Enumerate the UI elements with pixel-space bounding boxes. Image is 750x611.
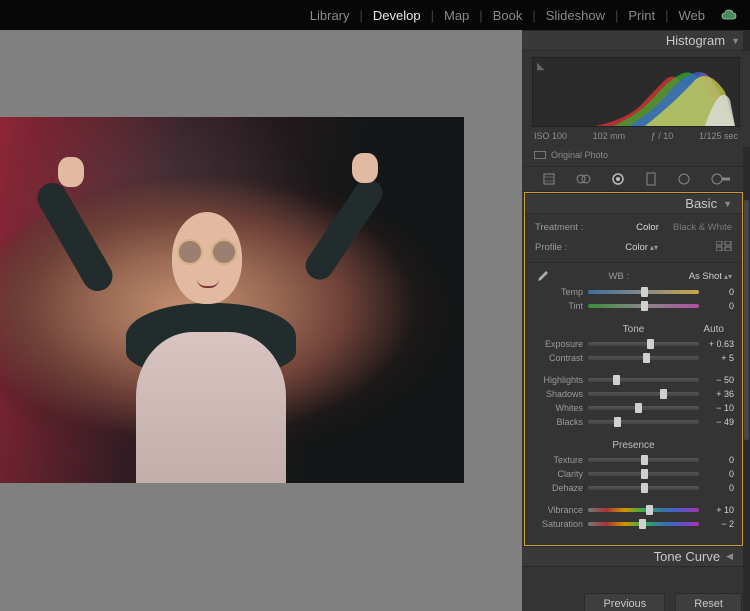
exposure-slider[interactable] bbox=[588, 342, 699, 346]
highlights-label: Highlights bbox=[533, 375, 583, 385]
preview-photo bbox=[0, 117, 464, 483]
tone-curve-header[interactable]: Tone Curve ◀ bbox=[522, 546, 743, 567]
histogram-header[interactable]: Histogram ▼ bbox=[522, 30, 750, 51]
vibrance-label: Vibrance bbox=[533, 505, 583, 515]
profile-label: Profile : bbox=[535, 242, 567, 253]
dehaze-label: Dehaze bbox=[533, 483, 583, 493]
profile-browser-icon[interactable] bbox=[716, 241, 732, 254]
blacks-label: Blacks bbox=[533, 417, 583, 427]
crop-tool-icon[interactable] bbox=[541, 171, 557, 187]
module-print[interactable]: Print bbox=[619, 8, 664, 23]
tool-strip bbox=[522, 166, 750, 192]
radial-filter-tool-icon[interactable] bbox=[676, 171, 692, 187]
module-slideshow[interactable]: Slideshow bbox=[537, 8, 614, 23]
contrast-slider[interactable] bbox=[588, 356, 699, 360]
saturation-value[interactable]: − 2 bbox=[704, 519, 734, 529]
temp-slider[interactable] bbox=[588, 290, 699, 294]
collapse-icon: ▼ bbox=[723, 199, 732, 209]
histogram-panel: ◣ ISO 100 102 mm ƒ / 10 1/125 sec bbox=[522, 51, 750, 147]
histogram-curves bbox=[585, 62, 735, 126]
presence-subhead: Presence bbox=[612, 440, 654, 451]
spot-removal-tool-icon[interactable] bbox=[575, 171, 591, 187]
exif-focal: 102 mm bbox=[593, 131, 626, 141]
wb-eyedropper-icon[interactable] bbox=[535, 269, 549, 283]
original-photo-row[interactable]: Original Photo bbox=[522, 147, 750, 166]
wb-select[interactable]: As Shot▴▾ bbox=[689, 271, 732, 282]
texture-value[interactable]: 0 bbox=[704, 455, 734, 465]
cloud-sync-icon[interactable] bbox=[720, 8, 738, 22]
exposure-value[interactable]: + 0.63 bbox=[704, 339, 734, 349]
module-book[interactable]: Book bbox=[484, 8, 532, 23]
profile-select[interactable]: Color▴▾ bbox=[625, 242, 658, 253]
collapse-icon: ▼ bbox=[731, 36, 740, 46]
dehaze-value[interactable]: 0 bbox=[704, 483, 734, 493]
histogram-graph[interactable]: ◣ bbox=[532, 57, 740, 127]
right-panel: Histogram ▼ ◣ ISO 100 102 mm ƒ / 10 1/12… bbox=[522, 30, 750, 611]
highlights-slider[interactable] bbox=[588, 378, 699, 382]
module-library[interactable]: Library bbox=[301, 8, 359, 23]
original-photo-icon bbox=[534, 151, 546, 159]
clipping-indicator-shadows-icon[interactable]: ◣ bbox=[537, 61, 545, 72]
tint-label: Tint bbox=[533, 301, 583, 311]
temp-label: Temp bbox=[533, 287, 583, 297]
reset-button[interactable]: Reset bbox=[675, 593, 742, 611]
basic-header[interactable]: Basic ▼ bbox=[525, 193, 742, 214]
module-map[interactable]: Map bbox=[435, 8, 478, 23]
redeye-tool-icon[interactable] bbox=[610, 171, 626, 187]
module-web[interactable]: Web bbox=[670, 8, 715, 23]
module-develop[interactable]: Develop bbox=[364, 8, 430, 23]
saturation-slider[interactable] bbox=[588, 522, 699, 526]
graduated-filter-tool-icon[interactable] bbox=[644, 171, 658, 187]
whites-label: Whites bbox=[533, 403, 583, 413]
texture-slider[interactable] bbox=[588, 458, 699, 462]
previous-button[interactable]: Previous bbox=[584, 593, 665, 611]
tint-slider[interactable] bbox=[588, 304, 699, 308]
exif-iso: ISO 100 bbox=[534, 131, 567, 141]
clarity-slider[interactable] bbox=[588, 472, 699, 476]
blacks-slider[interactable] bbox=[588, 420, 699, 424]
treatment-color[interactable]: Color bbox=[636, 222, 659, 233]
highlights-value[interactable]: − 50 bbox=[704, 375, 734, 385]
clarity-label: Clarity bbox=[533, 469, 583, 479]
wb-label: WB : bbox=[557, 271, 681, 282]
auto-button[interactable]: Auto bbox=[703, 324, 724, 335]
expand-icon: ◀ bbox=[726, 551, 733, 562]
tone-subhead: Tone bbox=[623, 324, 645, 335]
blacks-value[interactable]: − 49 bbox=[704, 417, 734, 427]
contrast-label: Contrast bbox=[533, 353, 583, 363]
contrast-value[interactable]: + 5 bbox=[704, 353, 734, 363]
tone-curve-title: Tone Curve bbox=[654, 549, 720, 564]
exposure-label: Exposure bbox=[533, 339, 583, 349]
shadows-label: Shadows bbox=[533, 389, 583, 399]
basic-panel-highlight: Basic ▼ Treatment : Color Black & White … bbox=[524, 192, 743, 546]
preview-canvas[interactable] bbox=[0, 30, 522, 611]
histogram-title: Histogram bbox=[666, 33, 725, 48]
adjustment-brush-tool-icon[interactable] bbox=[711, 172, 731, 186]
treatment-label: Treatment : bbox=[535, 222, 583, 233]
shadows-slider[interactable] bbox=[588, 392, 699, 396]
dehaze-slider[interactable] bbox=[588, 486, 699, 490]
vibrance-value[interactable]: + 10 bbox=[704, 505, 734, 515]
original-photo-label: Original Photo bbox=[551, 150, 608, 160]
exif-shutter: 1/125 sec bbox=[699, 131, 738, 141]
temp-value[interactable]: 0 bbox=[704, 287, 734, 297]
saturation-label: Saturation bbox=[533, 519, 583, 529]
texture-label: Texture bbox=[533, 455, 583, 465]
bottom-button-bar: Previous Reset bbox=[584, 593, 742, 611]
exif-aperture: ƒ / 10 bbox=[651, 131, 674, 141]
whites-slider[interactable] bbox=[588, 406, 699, 410]
clarity-value[interactable]: 0 bbox=[704, 469, 734, 479]
vibrance-slider[interactable] bbox=[588, 508, 699, 512]
treatment-bw[interactable]: Black & White bbox=[673, 222, 732, 233]
tint-value[interactable]: 0 bbox=[704, 301, 734, 311]
basic-title: Basic bbox=[685, 196, 717, 211]
whites-value[interactable]: − 10 bbox=[704, 403, 734, 413]
module-picker: Library| Develop| Map| Book| Slideshow| … bbox=[0, 0, 750, 30]
shadows-value[interactable]: + 36 bbox=[704, 389, 734, 399]
